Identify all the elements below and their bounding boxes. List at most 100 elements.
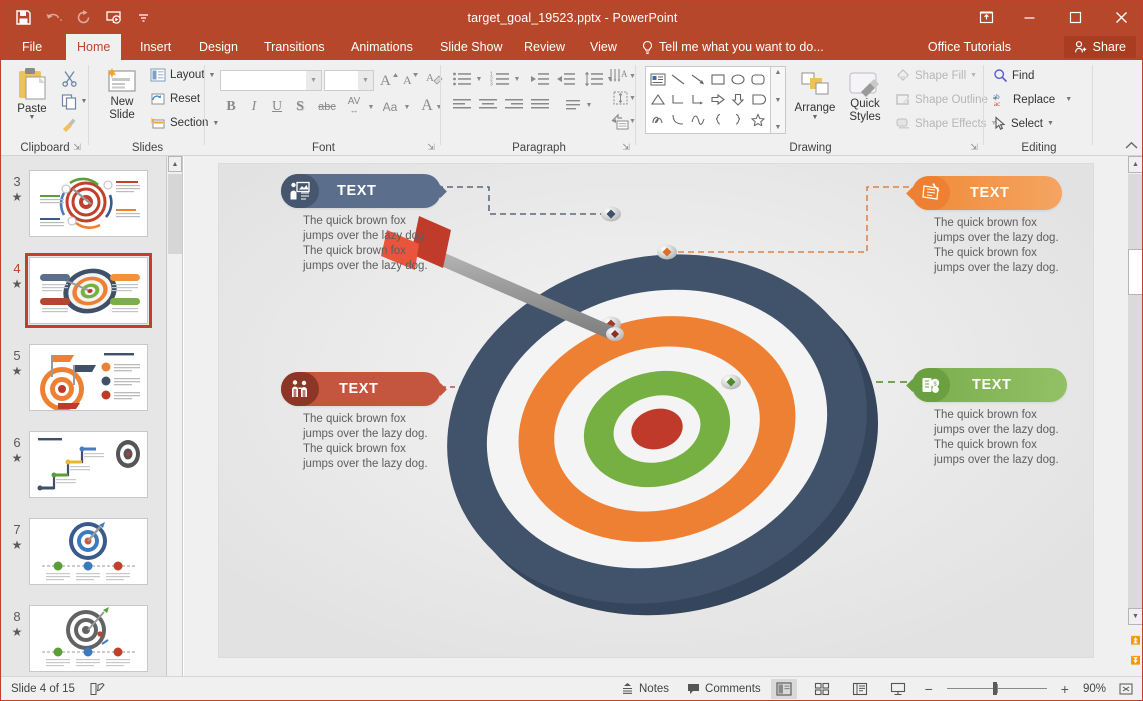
font-dialog-launcher[interactable]: ⇲ [425,141,437,153]
callout-pill[interactable]: TEXT [281,372,447,406]
redo-icon[interactable] [69,4,97,32]
bullets-button[interactable] [450,68,474,90]
callout-bottom-right[interactable]: $ TEXT The quick brown fox jumps over th… [906,368,1087,468]
character-spacing-dropdown-icon[interactable]: ▼ [366,96,376,118]
shapes-more-icon[interactable]: ▼ [775,124,782,131]
quick-styles-button[interactable]: Quick Styles [841,70,889,124]
tab-animations[interactable]: Animations [340,34,424,60]
shape-curve-icon[interactable] [668,109,688,129]
shape-elbow-arrow-icon[interactable] [688,89,708,109]
bold-button[interactable]: B [220,96,242,118]
tab-insert[interactable]: Insert [129,34,182,60]
shape-rounded-rect-icon[interactable] [748,69,768,89]
character-spacing-button[interactable]: AV ↔ [342,94,366,118]
paste-button[interactable]: Paste ▼ [9,66,55,121]
reset-button[interactable]: Reset [150,92,200,106]
callout-top-right[interactable]: TEXT The quick brown fox jumps over the … [906,176,1087,276]
numbering-dropdown-icon[interactable]: ▼ [512,68,522,90]
font-name-dropdown-icon[interactable]: ▼ [306,71,321,90]
shape-wave-icon[interactable] [688,109,708,129]
format-painter-button[interactable] [59,114,79,134]
line-spacing-button[interactable] [582,68,606,90]
scroll-down-button[interactable]: ▼ [1128,608,1142,625]
replace-button[interactable]: ab ac Replace ▼ [993,92,1072,107]
numbering-button[interactable]: 123 [488,68,512,90]
slide-canvas[interactable]: TEXT The quick brown fox jumps over the … [218,163,1094,658]
tab-design[interactable]: Design [188,34,249,60]
ribbon-display-options-icon[interactable] [966,1,1006,34]
callout-top-left[interactable]: TEXT The quick brown fox jumps over the … [281,174,451,274]
text-direction-button[interactable]: A [608,65,630,87]
change-case-dropdown-icon[interactable]: ▼ [402,96,412,118]
save-icon[interactable] [9,4,37,32]
fit-to-window-icon[interactable] [1118,682,1134,696]
customize-qat-icon[interactable] [129,4,157,32]
tell-me-box[interactable]: Tell me what you want to do... [641,34,824,60]
shape-right-brace-icon[interactable] [728,109,748,129]
drawing-dialog-launcher[interactable]: ⇲ [968,141,980,153]
increase-indent-button[interactable] [554,68,578,90]
change-case-button[interactable]: Aa [378,96,402,118]
shape-rectangle-icon[interactable] [708,69,728,89]
previous-slide-button[interactable]: ⏫ [1128,632,1142,649]
shape-left-brace-icon[interactable] [708,109,728,129]
align-text-button[interactable] [610,88,630,108]
decrease-font-size-button[interactable]: A [400,68,422,90]
slide-show-button[interactable] [885,679,911,699]
shape-fill-button[interactable]: Shape Fill ▼ [895,68,977,83]
callout-pill[interactable]: TEXT [906,176,1062,210]
font-size-input[interactable]: ▼ [324,70,374,91]
comments-button[interactable]: Comments [687,682,761,695]
thumbnail-slide-5[interactable]: 5 ★ [1,342,166,429]
new-slide-button[interactable]: New Slide [98,66,146,122]
thumbnail-scrollbar-thumb[interactable] [168,174,182,254]
zoom-out-button[interactable]: − [923,681,935,697]
tab-review[interactable]: Review [513,34,576,60]
tab-slide-show[interactable]: Slide Show [429,34,514,60]
shape-effects-button[interactable]: Shape Effects ▼ [895,116,997,131]
clipboard-dialog-launcher[interactable]: ⇲ [71,141,83,153]
shape-line-icon[interactable] [668,69,688,89]
font-size-dropdown-icon[interactable]: ▼ [358,71,373,90]
zoom-in-button[interactable]: + [1059,681,1071,697]
zoom-slider[interactable] [946,682,1047,696]
increase-font-size-button[interactable]: A [378,68,400,90]
thumbnail-slide-4[interactable]: 4 ★ [1,253,166,342]
shape-down-arrow-icon[interactable] [728,89,748,109]
justify-button[interactable] [528,94,552,116]
shape-elbow-connector-icon[interactable] [668,89,688,109]
columns-dropdown-icon[interactable]: ▼ [584,94,594,116]
vertical-scrollbar-thumb[interactable] [1128,249,1142,295]
text-shadow-button[interactable]: S [289,96,311,118]
shapes-gallery[interactable] [645,66,771,134]
decrease-indent-button[interactable] [528,68,552,90]
shape-flowchart-icon[interactable] [748,89,768,109]
close-icon[interactable] [1098,1,1142,34]
font-name-input[interactable]: ▼ [220,70,322,91]
shape-scribble-icon[interactable] [648,109,668,129]
thumbnail-slide-3[interactable]: 3 ★ [1,168,166,255]
shape-arrow-icon[interactable] [688,69,708,89]
shapes-gallery-scrollbar[interactable]: ▲ ▼ ▼ [771,66,786,134]
align-left-button[interactable] [450,94,474,116]
paragraph-dialog-launcher[interactable]: ⇲ [620,141,632,153]
find-button[interactable]: Find [993,68,1034,83]
thumbnail-scroll-up-button[interactable]: ▲ [168,156,182,172]
chevron-down-icon[interactable]: ▼ [29,114,36,121]
next-slide-button[interactable]: ⏬ [1128,652,1142,669]
callout-pill[interactable]: $ TEXT [906,368,1067,402]
columns-button[interactable] [560,94,584,116]
align-right-button[interactable] [502,94,526,116]
align-center-button[interactable] [476,94,500,116]
slide-thumbnail-pane[interactable]: 3 ★ 4 ★ 5 ★ 6 ★ 7 ★ 8 ★ [1,156,167,677]
strikethrough-button[interactable]: abc [314,96,340,118]
notes-button[interactable]: Notes [621,682,669,695]
maximize-icon[interactable] [1052,1,1098,34]
thumbnail-pane-scrollbar[interactable]: ▲ [167,156,183,677]
collapse-ribbon-icon[interactable] [1125,141,1138,153]
tab-transitions[interactable]: Transitions [253,34,336,60]
shape-star-icon[interactable] [748,109,768,129]
normal-view-button[interactable] [770,678,797,699]
office-tutorials-link[interactable]: Office Tutorials [928,34,1011,60]
bullets-dropdown-icon[interactable]: ▼ [474,68,484,90]
